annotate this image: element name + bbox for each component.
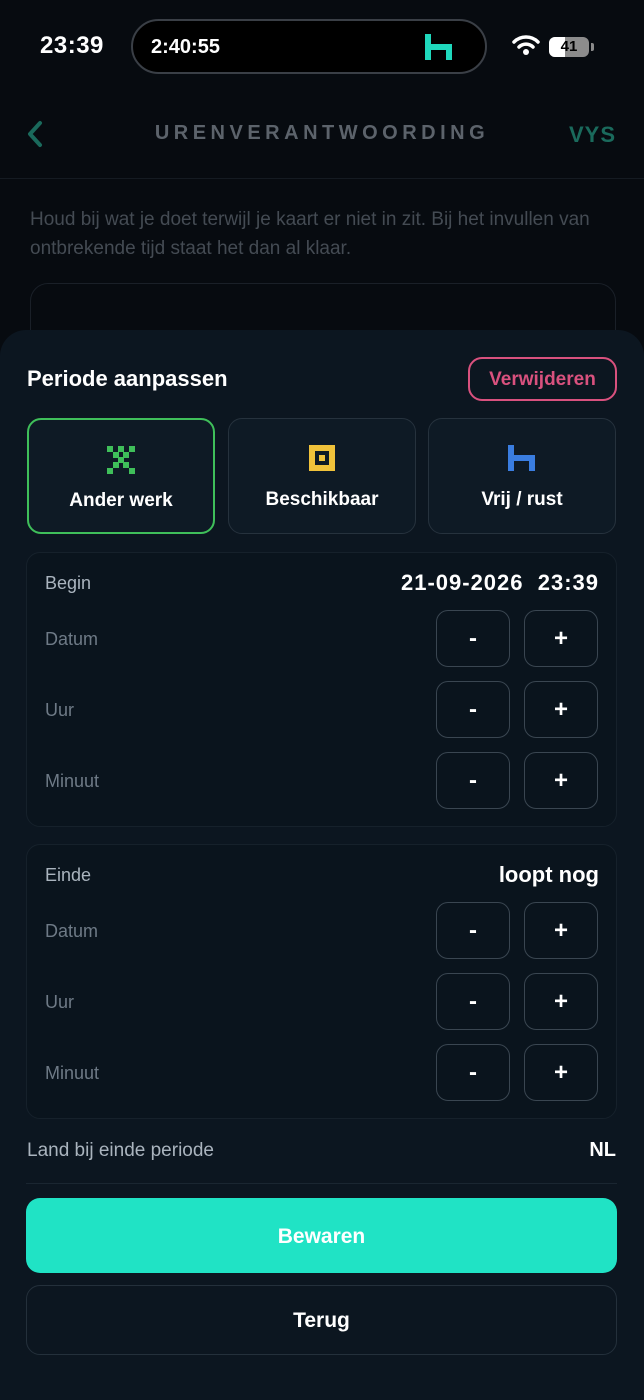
end-minute-label: Minuut xyxy=(45,1063,100,1083)
end-card: Einde loopt nog Datum - + Uur - + Minuut… xyxy=(26,844,617,1119)
end-value: loopt nog xyxy=(498,862,599,887)
begin-hour-minus-button[interactable]: - xyxy=(436,681,510,738)
end-date-minus-button[interactable]: - xyxy=(436,902,510,959)
country-value[interactable]: NL xyxy=(589,1139,616,1162)
type-other-work[interactable]: Ander werk xyxy=(27,418,215,534)
back-button[interactable]: Terug xyxy=(26,1285,617,1355)
battery-icon: 41 xyxy=(549,37,589,57)
type-label: Ander werk xyxy=(69,490,173,511)
type-label: Vrij / rust xyxy=(481,489,563,510)
rest-icon xyxy=(429,445,615,471)
edit-period-sheet: Periode aanpassen Verwijderen Ander werk xyxy=(0,330,644,1400)
begin-minute-label: Minuut xyxy=(45,771,100,791)
begin-date-label: Datum xyxy=(45,629,99,649)
save-button[interactable]: Bewaren xyxy=(26,1198,617,1273)
begin-minute-minus-button[interactable]: - xyxy=(436,752,510,809)
end-minute-plus-button[interactable]: + xyxy=(524,1044,598,1101)
type-label: Beschikbaar xyxy=(265,489,379,510)
type-available[interactable]: Beschikbaar xyxy=(228,418,416,534)
battery-percentage: 41 xyxy=(560,38,578,55)
intro-text: Houd bij wat je doet terwijl je kaart er… xyxy=(30,209,590,259)
end-hour-label: Uur xyxy=(45,992,75,1012)
wifi-icon xyxy=(512,34,540,61)
divider xyxy=(26,1183,617,1184)
begin-value: 21-09-2026 23:39 xyxy=(400,570,599,595)
type-rest[interactable]: Vrij / rust xyxy=(428,418,616,534)
country-label: Land bij einde periode xyxy=(27,1140,214,1161)
end-date-plus-button[interactable]: + xyxy=(524,902,598,959)
end-hour-minus-button[interactable]: - xyxy=(436,973,510,1030)
begin-hour-label: Uur xyxy=(45,700,75,720)
status-bar: 23:39 2:40:55 41 xyxy=(0,0,644,96)
available-icon xyxy=(229,445,415,471)
begin-date-plus-button[interactable]: + xyxy=(524,610,598,667)
begin-hour-plus-button[interactable]: + xyxy=(524,681,598,738)
live-activity[interactable]: 2:40:55 xyxy=(131,19,487,74)
app-logo-icon xyxy=(425,34,453,65)
begin-label: Begin xyxy=(45,573,92,593)
sheet-title: Periode aanpassen xyxy=(27,366,228,391)
live-activity-timer: 2:40:55 xyxy=(151,36,220,58)
brand-logo: VYS xyxy=(568,122,616,147)
page-title: URENVERANTWOORDING xyxy=(154,122,490,144)
other-work-icon xyxy=(29,446,213,474)
begin-date-minus-button[interactable]: - xyxy=(436,610,510,667)
end-minute-minus-button[interactable]: - xyxy=(436,1044,510,1101)
battery-tip xyxy=(591,43,594,51)
end-label: Einde xyxy=(45,865,92,885)
delete-button[interactable]: Verwijderen xyxy=(468,357,617,401)
end-hour-plus-button[interactable]: + xyxy=(524,973,598,1030)
begin-card: Begin 21-09-2026 23:39 Datum - + Uur - +… xyxy=(26,552,617,827)
end-date-label: Datum xyxy=(45,921,99,941)
begin-minute-plus-button[interactable]: + xyxy=(524,752,598,809)
app-header: URENVERANTWOORDING VYS xyxy=(0,96,644,179)
status-time: 23:39 xyxy=(40,32,104,59)
